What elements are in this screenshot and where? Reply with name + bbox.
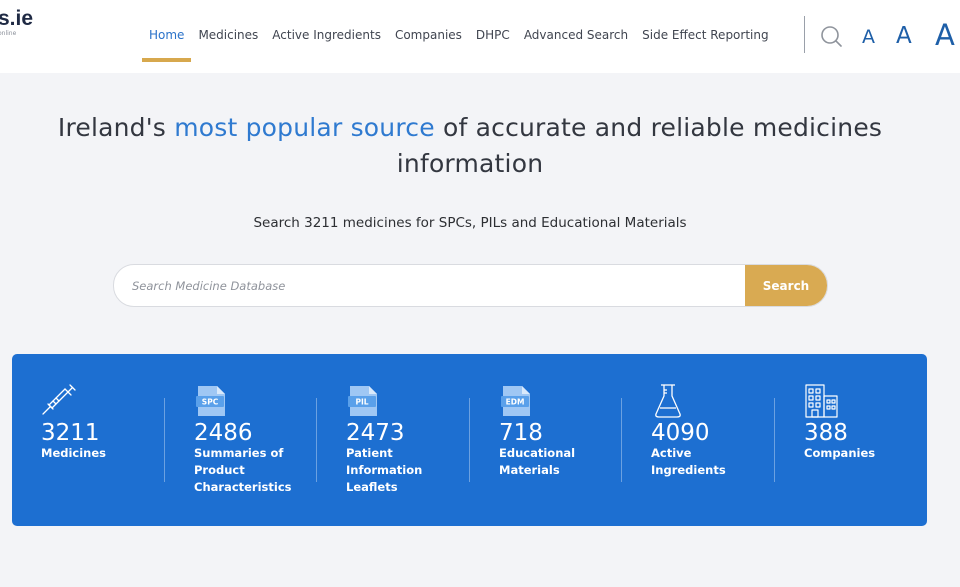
edm-document-icon: EDM (501, 386, 530, 416)
logo-subtext: online (0, 30, 17, 37)
search-bar: Search (113, 264, 828, 307)
nav-item-companies[interactable]: Companies (388, 0, 469, 70)
search-icon[interactable] (820, 25, 842, 47)
stat-pil[interactable]: PIL 2473 Patient Information Leaflets (317, 354, 469, 526)
header-divider (804, 16, 805, 53)
stats-panel: 3211 Medicines SPC 2486 Summaries of Pro… (12, 354, 927, 526)
nav-label: Companies (394, 28, 462, 42)
nav-label: Side Effect Reporting (642, 28, 769, 42)
logo-text: s.ie (0, 7, 34, 30)
nav-item-home[interactable]: Home (142, 0, 192, 70)
stat-number: 2486 (194, 420, 253, 446)
site-logo[interactable]: s.ie online (0, 7, 34, 38)
stat-spc[interactable]: SPC 2486 Summaries of Product Characteri… (165, 354, 317, 526)
font-size-medium-button[interactable]: A (896, 23, 912, 49)
nav-label: Active Ingredients (272, 28, 381, 42)
pil-icon-text: PIL (355, 398, 368, 407)
main-nav: Home Medicines Active Ingredients Compan… (142, 0, 776, 73)
spc-document-icon: SPC (196, 386, 225, 416)
nav-label: Medicines (198, 28, 259, 42)
stat-number: 718 (499, 420, 543, 446)
pil-document-icon: PIL (348, 386, 377, 416)
hero-title: Ireland's most popular source of accurat… (0, 110, 940, 182)
stat-number: 4090 (651, 420, 710, 446)
flask-icon (655, 384, 681, 418)
syringe-icon (42, 384, 76, 415)
stat-label: Educational Materials (499, 446, 576, 477)
stat-label: Patient Information Leaflets (346, 446, 423, 494)
nav-item-medicines[interactable]: Medicines (191, 0, 265, 70)
hero-title-start: Ireland's (57, 113, 175, 142)
hero-title-highlight: most popular source (174, 113, 435, 142)
hero-title-end: of accurate and reliable medicines infor… (396, 113, 883, 178)
nav-item-side-effect-reporting[interactable]: Side Effect Reporting (635, 0, 775, 70)
site-header: s.ie online Home Medicines Active Ingred… (0, 0, 960, 73)
nav-item-active-ingredients[interactable]: Active Ingredients (265, 0, 388, 70)
hero-subtitle: Search 3211 medicines for SPCs, PILs and… (253, 215, 687, 231)
nav-label: DHPC (475, 28, 510, 42)
building-icon (805, 384, 838, 418)
font-size-large-button[interactable]: A (935, 18, 955, 52)
nav-item-dhpc[interactable]: DHPC (469, 0, 517, 70)
stat-number: 2473 (346, 420, 405, 446)
stat-label: Companies (804, 446, 876, 460)
stat-number: 3211 (41, 420, 100, 446)
search-input[interactable] (114, 265, 734, 306)
stat-medicines[interactable]: 3211 Medicines (12, 354, 164, 526)
search-button[interactable]: Search (745, 265, 827, 306)
stat-label: Medicines (41, 446, 107, 460)
spc-icon-text: SPC (202, 398, 219, 407)
stat-label: Active Ingredients (651, 446, 726, 477)
nav-label: Home (149, 28, 185, 42)
edm-icon-text: EDM (506, 398, 525, 407)
stat-edm[interactable]: EDM 718 Educational Materials (470, 354, 622, 526)
stat-companies[interactable]: 388 Companies (775, 354, 927, 526)
stat-active-ingredients[interactable]: 4090 Active Ingredients (622, 354, 774, 526)
stat-label: Summaries of Product Characteristics (194, 446, 292, 494)
stat-number: 388 (804, 420, 848, 446)
nav-item-advanced-search[interactable]: Advanced Search (517, 0, 635, 70)
nav-label: Advanced Search (523, 28, 629, 42)
font-size-small-button[interactable]: A (862, 26, 875, 48)
